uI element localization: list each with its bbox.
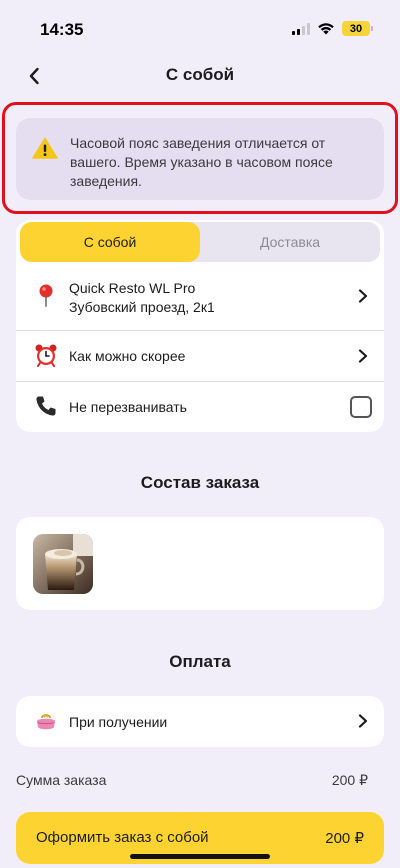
warning-text: Часовой пояс заведения отличается от ваш…	[70, 135, 333, 189]
order-sum-row: Сумма заказа 200 ₽	[16, 772, 368, 790]
payment-title: Оплата	[169, 652, 231, 671]
order-details-card: С собой Доставка Quick Resto WL Pro Зубо…	[16, 220, 384, 432]
tab-delivery[interactable]: Доставка	[200, 222, 380, 262]
status-time: 14:35	[40, 20, 84, 39]
tab-takeaway[interactable]: С собой	[20, 222, 200, 262]
location-name: Quick Resto WL Pro	[69, 280, 196, 296]
chevron-right-icon	[358, 349, 368, 363]
callback-label: Не перезванивать	[69, 399, 187, 415]
cellular-signal-icon	[292, 22, 310, 35]
alarm-clock-icon	[34, 343, 58, 367]
battery-icon: 30	[342, 21, 373, 36]
checkout-label: Оформить заказ с собой	[36, 829, 209, 846]
callback-row: Не перезванивать	[16, 382, 384, 432]
chevron-right-icon	[358, 714, 368, 728]
time-row[interactable]: Как можно скорее	[16, 331, 384, 381]
status-icons: 30	[292, 21, 373, 36]
coffee-cup-image	[33, 534, 93, 594]
nav-bar: С собой	[0, 58, 400, 94]
order-sum-label: Сумма заказа	[16, 772, 107, 788]
purse-icon	[34, 709, 58, 733]
location-address: Зубовский проезд, 2к1	[69, 299, 215, 315]
checkout-total: 200 ₽	[325, 830, 364, 847]
order-type-segmented-control: С собой Доставка	[20, 222, 380, 262]
phone-icon	[34, 394, 58, 418]
chevron-right-icon	[358, 289, 368, 303]
order-items-card	[16, 517, 384, 610]
location-row[interactable]: Quick Resto WL Pro Зубовский проезд, 2к1	[16, 272, 384, 330]
time-label: Как можно скорее	[69, 348, 186, 364]
do-not-call-checkbox[interactable]	[350, 396, 372, 418]
wifi-icon	[318, 23, 334, 35]
home-indicator[interactable]	[130, 854, 270, 859]
timezone-warning: Часовой пояс заведения отличается от ваш…	[16, 118, 384, 200]
payment-method-row[interactable]: При получении	[16, 696, 384, 747]
status-bar: 14:35 30	[0, 0, 400, 58]
product-image[interactable]	[33, 534, 93, 594]
payment-method-label: При получении	[69, 714, 168, 730]
page-title: С собой	[165, 65, 235, 84]
warning-icon	[32, 137, 58, 159]
composition-title: Состав заказа	[140, 473, 260, 492]
pin-icon	[34, 283, 58, 307]
order-sum-value: 200 ₽	[331, 772, 368, 788]
